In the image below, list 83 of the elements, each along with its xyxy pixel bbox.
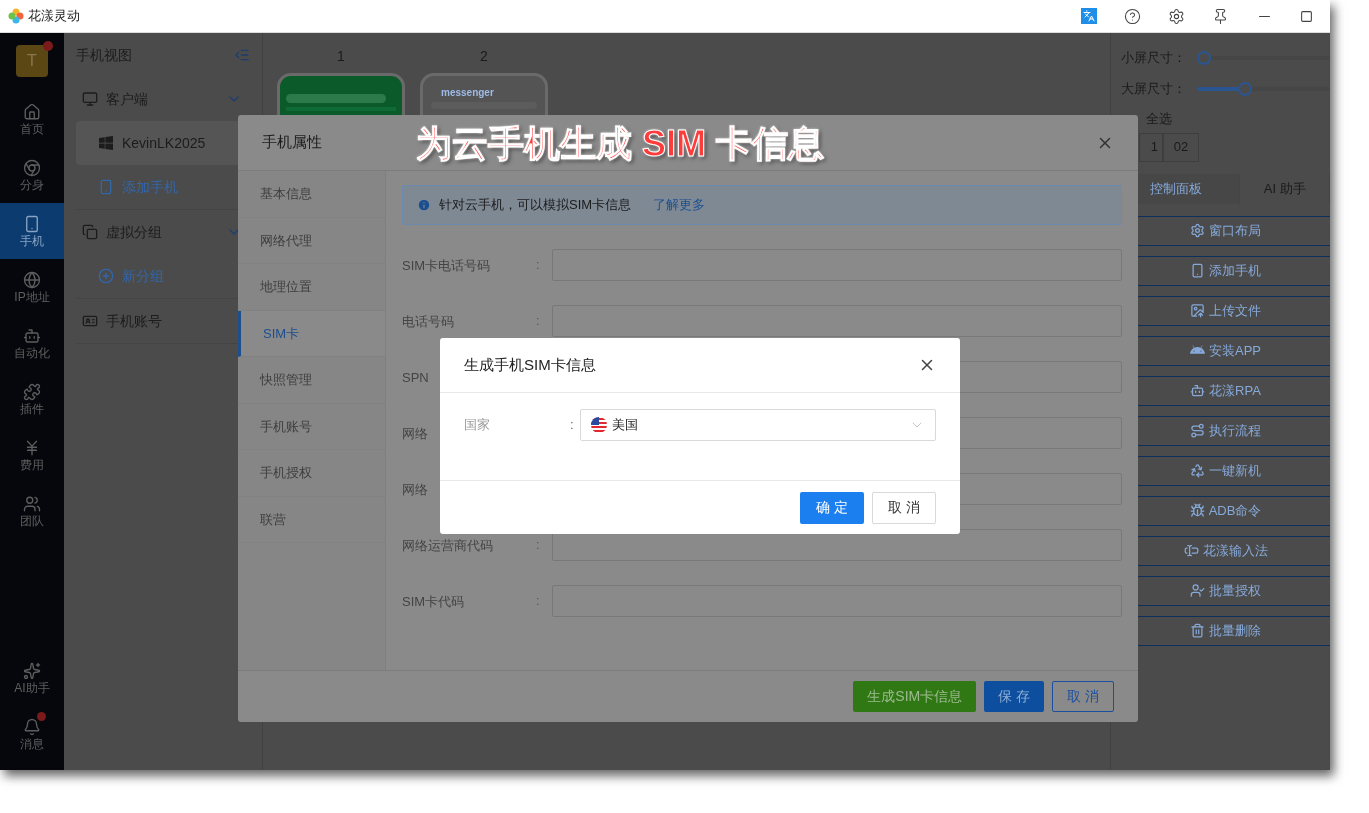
field-label: SIM卡电话号码 [402,258,491,273]
field-label: 网络运营商代码 [402,538,493,553]
nav-item[interactable]: 分身 [0,147,64,203]
window-title: 花漾灵动 [28,7,80,26]
modal-tab[interactable]: SIM卡 [238,310,385,357]
help-icon[interactable] [1124,7,1141,25]
nav-item[interactable]: IP地址 [0,259,64,315]
phone-icon [23,215,41,233]
slider-thumb[interactable] [1196,50,1211,65]
copy-icon [82,224,98,240]
field-label: SPN [402,370,429,385]
field-colon: : [536,536,541,555]
app-title: messenger [440,88,495,98]
bell-icon [23,718,41,736]
learn-more-link[interactable]: 了解更多 [653,195,706,215]
translate-icon[interactable] [1081,8,1097,24]
home-icon [23,103,41,121]
recycle-icon [1190,463,1205,478]
field-colon: : [536,256,541,275]
modal-button[interactable]: 取 消 [1052,681,1114,712]
nav-item[interactable]: 自动化 [0,315,64,371]
field-label: 网络 [402,426,428,441]
sparkles-icon [23,662,41,680]
route-icon [1190,423,1205,438]
info-icon [417,198,431,212]
field-label: 电话号码 [402,314,454,329]
modal-tab[interactable]: 联营 [238,496,385,543]
input-field[interactable] [552,305,1122,337]
plus-icon [98,268,114,284]
select-value: 美国 [612,416,639,435]
text-cursor-icon [1183,543,1199,558]
trash-icon [1190,623,1205,638]
nav-item[interactable]: 手机 [0,203,64,259]
field-label: SIM卡代码 [402,594,465,609]
field-colon: : [536,592,541,611]
modal-tab[interactable]: 快照管理 [238,357,385,404]
nav-item[interactable]: AI助手 [0,650,64,706]
puzzle-icon [23,383,41,401]
robot-icon [23,327,41,345]
flower-logo-icon [8,8,24,24]
dialog-title: 生成手机SIM卡信息 [464,354,597,375]
nav-item[interactable]: 消息 [0,706,64,762]
image-upload-icon [1190,303,1205,318]
modal-tab[interactable]: 基本信息 [238,171,385,218]
flag-icon [591,417,607,433]
phone-icon [1190,263,1205,278]
id-card-icon [82,313,98,329]
modal-tab[interactable]: 手机授权 [238,450,385,497]
user-check-icon [1190,583,1205,598]
field-label: 网络 [402,482,428,497]
field-colon: : [536,312,541,331]
modal-button[interactable]: 保 存 [984,681,1045,712]
modal-button[interactable]: 生成SIM卡信息 [853,681,977,712]
modal-tab[interactable]: 地理位置 [238,264,385,311]
nav-item[interactable]: 插件 [0,371,64,427]
field-colon: : [570,416,575,435]
settings-icon [1190,223,1205,238]
chrome-icon [23,159,41,177]
country-select[interactable]: 美国 [580,409,936,441]
field-label: 国家 [464,416,491,435]
avatar[interactable]: T [16,45,48,77]
size-slider[interactable] [1197,81,1330,96]
dialog-button[interactable]: 取 消 [872,491,936,524]
robot-icon [1190,383,1206,398]
maximize-icon[interactable] [1300,9,1313,23]
monitor-icon [82,91,98,107]
phone-icon [98,179,114,195]
nav-item[interactable]: 首页 [0,91,64,147]
users-icon [23,495,41,513]
pin-icon[interactable] [1212,7,1229,25]
settings-icon[interactable] [1168,7,1185,25]
size-slider[interactable] [1197,50,1330,65]
modal-tab[interactable]: 手机账号 [238,403,385,450]
alert-text: 针对云手机，可以模拟SIM卡信息 [439,196,632,215]
bug-icon [1189,503,1205,518]
slider-thumb[interactable] [1237,81,1252,96]
modal-title: 手机属性 [262,132,322,153]
modal-tab[interactable]: 网络代理 [238,217,385,264]
nav-item[interactable]: 费用 [0,427,64,483]
globe-icon [23,271,41,289]
windows-icon [98,135,114,151]
nav-item[interactable]: 团队 [0,483,64,539]
dialog-button[interactable]: 确 定 [800,491,864,524]
